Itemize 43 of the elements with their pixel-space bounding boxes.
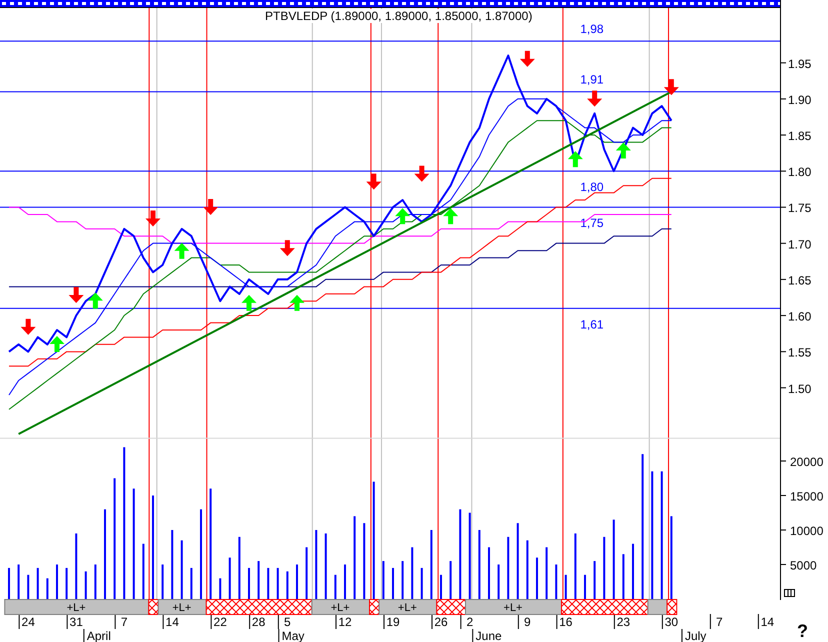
date-label: 19 [386,615,400,629]
date-label: 5 [284,615,291,629]
level-label: 1,98 [580,22,604,36]
date-label: 26 [434,615,448,629]
level-label: 1,75 [580,216,604,230]
price-axis-label: 1.55 [788,346,812,360]
date-label: 30 [664,615,678,629]
volume-axis-label: 5000 [790,558,817,572]
price-axis-label: 1.80 [788,165,812,180]
level-label: 1,91 [580,72,604,87]
date-label: 22 [214,615,227,629]
chart-title: PTBVLEDP (1.89000, 1.89000, 1.85000, 1.87000) [265,9,532,23]
date-label: 7 [120,615,128,629]
price-axis-label: 1.95 [788,56,812,71]
date-label: 24 [22,615,35,629]
signal-band-label: +L+ [172,602,192,614]
price-axis-label: 1.65 [788,273,812,288]
price-axis-label: 1.70 [788,237,812,252]
signal-band-label: +L+ [66,602,86,614]
date-label: 14 [166,615,179,629]
volume-axis-label: 15000 [790,490,824,504]
price-axis-label: 1.90 [788,92,812,107]
date-label: 7 [716,615,723,629]
month-label: June [476,629,502,642]
date-label: 12 [338,615,352,629]
price-axis-label: 1.50 [788,382,812,396]
signal-band-label: +L+ [398,602,417,614]
date-label: 16 [559,615,572,629]
date-label: 14 [760,615,774,629]
date-label: 28 [252,615,266,629]
date-label: 9 [524,615,531,629]
signal-band-label: +L+ [330,602,350,614]
volume-axis-label: 10000 [790,524,824,538]
level-label: 1,61 [580,317,604,332]
date-label: 2 [466,615,474,629]
signal-band-label: +L+ [504,602,522,614]
price-axis-label: 1.75 [788,201,812,216]
price-axis-label: 1.85 [788,129,812,144]
date-label: 31 [70,615,83,629]
date-label: 23 [616,615,630,629]
price-axis-label: 1.60 [788,310,812,324]
volume-axis-label: 20000 [790,455,824,469]
level-label: 1,80 [580,180,604,194]
